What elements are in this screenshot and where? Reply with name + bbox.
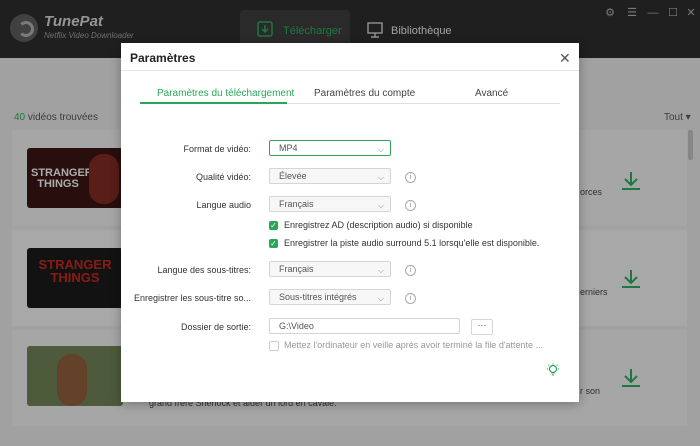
surround-checkbox[interactable]: ✓ (269, 239, 278, 248)
settings-dialog: Paramètres ✕ Paramètres du téléchargemen… (121, 43, 579, 402)
subtitle-language-select[interactable]: Français ⌵ (269, 261, 391, 277)
video-format-label: Format de vidéo: (183, 144, 251, 154)
surround-checkbox-label: Enregistrer la piste audio surround 5.1 … (284, 238, 540, 248)
close-dialog-icon[interactable]: ✕ (559, 50, 571, 67)
info-icon[interactable]: i (405, 265, 416, 276)
video-quality-select[interactable]: Élevée ⌵ (269, 168, 391, 184)
chevron-down-icon: ⌵ (377, 145, 384, 154)
browse-folder-button[interactable]: ··· (471, 319, 493, 335)
tab-advanced[interactable]: Avancé (475, 88, 508, 99)
ad-checkbox-label: Enregistrez AD (description audio) si di… (284, 220, 473, 230)
output-folder-field[interactable]: G:\Video (269, 318, 460, 334)
info-icon[interactable]: i (405, 172, 416, 183)
active-tab-indicator (140, 102, 287, 104)
tab-download-settings[interactable]: Paramètres du téléchargement (157, 88, 294, 99)
save-subtitle-label: Enregistrer les sous-titre so... (133, 293, 251, 303)
divider (121, 70, 579, 71)
subtitle-language-label: Langue des sous-titres: (157, 265, 251, 275)
video-quality-label: Qualité vidéo: (195, 172, 251, 182)
lightbulb-icon[interactable] (546, 363, 560, 377)
audio-language-select[interactable]: Français ⌵ (269, 196, 391, 212)
dialog-title: Paramètres (130, 51, 196, 65)
save-subtitle-select[interactable]: Sous-titres intégrés ⌵ (269, 289, 391, 305)
ad-checkbox[interactable]: ✓ (269, 221, 278, 230)
sleep-checkbox-label: Mettez l'ordinateur en veille après avoi… (284, 340, 544, 350)
chevron-down-icon: ⌵ (377, 266, 384, 275)
chevron-down-icon: ⌵ (377, 294, 384, 303)
output-folder-label: Dossier de sortie: (180, 322, 251, 332)
info-icon[interactable]: i (405, 293, 416, 304)
tab-account-settings[interactable]: Paramètres du compte (314, 88, 415, 99)
chevron-down-icon: ⌵ (377, 201, 384, 210)
info-icon[interactable]: i (405, 200, 416, 211)
audio-language-label: Langue audio (196, 200, 251, 210)
sleep-checkbox[interactable] (269, 341, 279, 351)
video-format-select[interactable]: MP4 ⌵ (269, 140, 391, 156)
chevron-down-icon: ⌵ (377, 173, 384, 182)
